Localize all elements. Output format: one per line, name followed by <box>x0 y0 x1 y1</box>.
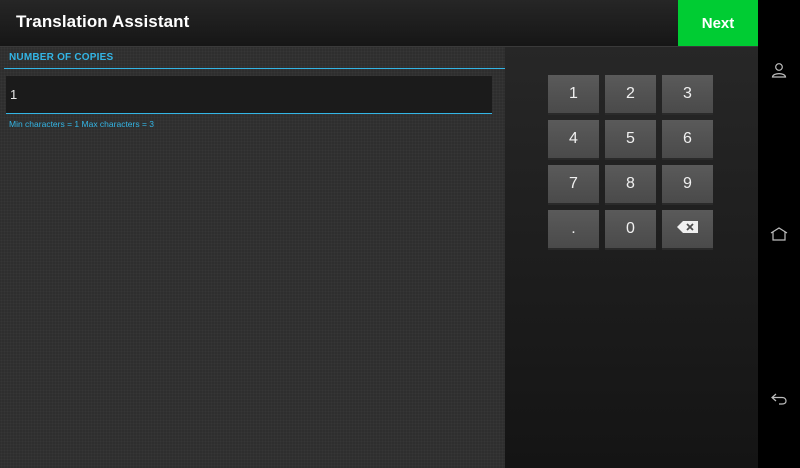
app-screen: Translation Assistant Next NUMBER OF COP… <box>0 0 800 468</box>
key-6[interactable]: 6 <box>662 120 713 160</box>
copies-input[interactable] <box>6 76 492 114</box>
app-title: Translation Assistant <box>16 12 190 31</box>
back-icon <box>770 392 788 411</box>
home-button[interactable] <box>758 218 800 254</box>
key-decimal[interactable]: . <box>548 210 599 250</box>
key-9[interactable]: 9 <box>662 165 713 205</box>
backspace-button[interactable] <box>662 210 713 250</box>
key-0[interactable]: 0 <box>605 210 656 250</box>
keypad-panel: 1 2 3 4 5 6 7 8 9 . 0 <box>505 47 758 468</box>
key-7[interactable]: 7 <box>548 165 599 205</box>
action-bar: Translation Assistant Next <box>0 0 758 47</box>
key-1[interactable]: 1 <box>548 75 599 115</box>
back-button[interactable] <box>758 383 800 419</box>
key-3[interactable]: 3 <box>662 75 713 115</box>
form-panel: NUMBER OF COPIES Min characters = 1 Max … <box>0 47 505 468</box>
key-5[interactable]: 5 <box>605 120 656 160</box>
section-divider <box>4 68 505 69</box>
system-navigation-bar <box>758 0 800 468</box>
section-header: NUMBER OF COPIES <box>9 52 114 63</box>
key-8[interactable]: 8 <box>605 165 656 205</box>
home-icon <box>770 226 788 246</box>
user-icon <box>771 62 787 83</box>
key-2[interactable]: 2 <box>605 75 656 115</box>
user-button[interactable] <box>758 54 800 90</box>
input-hint: Min characters = 1 Max characters = 3 <box>9 119 155 129</box>
key-4[interactable]: 4 <box>548 120 599 160</box>
next-button[interactable]: Next <box>678 0 758 46</box>
backspace-icon <box>676 220 699 238</box>
